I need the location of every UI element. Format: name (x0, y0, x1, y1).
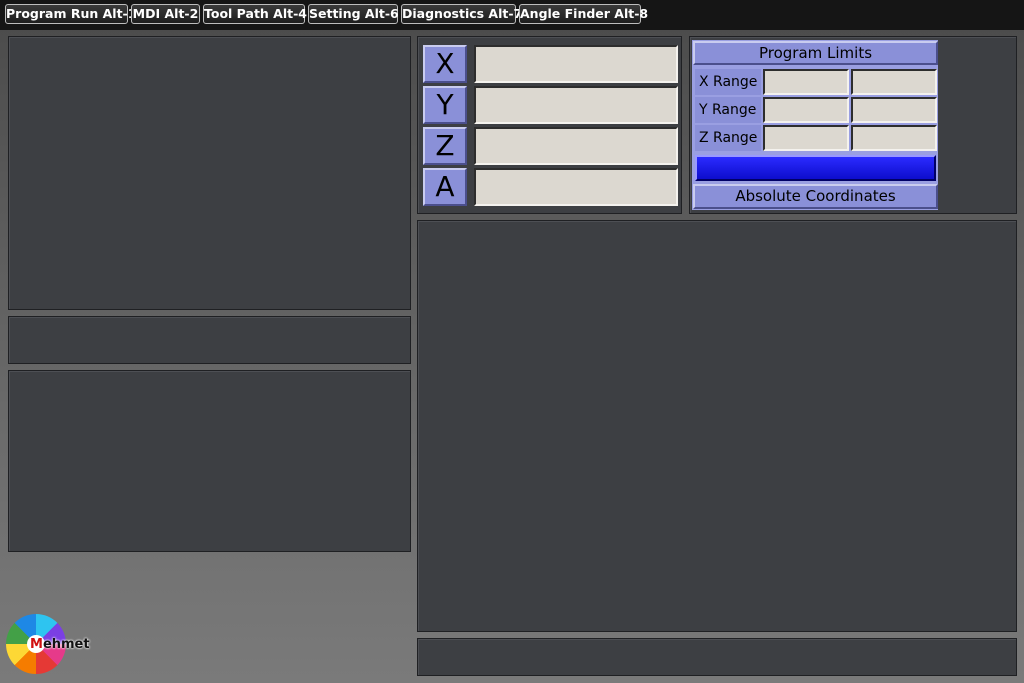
tab-program-run[interactable]: Program Run Alt-1 (5, 4, 136, 24)
z-range-max-field (851, 125, 937, 151)
tab-angle-finder[interactable]: Angle Finder Alt-8 (519, 4, 648, 24)
status-line-panel (8, 316, 411, 364)
y-range-max-field (851, 97, 937, 123)
dro-z-field[interactable] (474, 127, 678, 165)
program-limits-title: Program Limits (693, 41, 938, 65)
dro-y-field[interactable] (474, 86, 678, 124)
z-range-min-field (763, 125, 849, 151)
info-panel (8, 370, 411, 552)
tab-bar: Program Run Alt-1 MDI Alt-2 Tool Path Al… (0, 0, 1024, 30)
axis-x-button[interactable]: X (423, 45, 467, 83)
axis-y-button[interactable]: Y (423, 86, 467, 124)
logo-text: Mehmet (30, 637, 90, 652)
axis-a-button[interactable]: A (423, 168, 467, 206)
x-range-label: X Range (695, 69, 761, 95)
toolpath-view[interactable] (417, 220, 1017, 632)
z-range-label: Z Range (695, 125, 761, 151)
tab-tool-path[interactable]: Tool Path Alt-4 (203, 4, 307, 24)
gcode-panel[interactable] (8, 36, 411, 310)
absolute-coordinates-button[interactable]: Absolute Coordinates (693, 184, 938, 209)
tab-setting[interactable]: Setting Alt-6 (308, 4, 399, 24)
dro-x-field[interactable] (474, 45, 678, 83)
y-range-min-field (763, 97, 849, 123)
progress-bar (695, 155, 936, 181)
tab-diagnostics[interactable]: Diagnostics Alt-7 (401, 4, 522, 24)
dro-a-field[interactable] (474, 168, 678, 206)
axis-z-button[interactable]: Z (423, 127, 467, 165)
tab-mdi[interactable]: MDI Alt-2 (131, 4, 200, 24)
y-range-label: Y Range (695, 97, 761, 123)
x-range-max-field (851, 69, 937, 95)
message-bar (417, 638, 1017, 676)
x-range-min-field (763, 69, 849, 95)
